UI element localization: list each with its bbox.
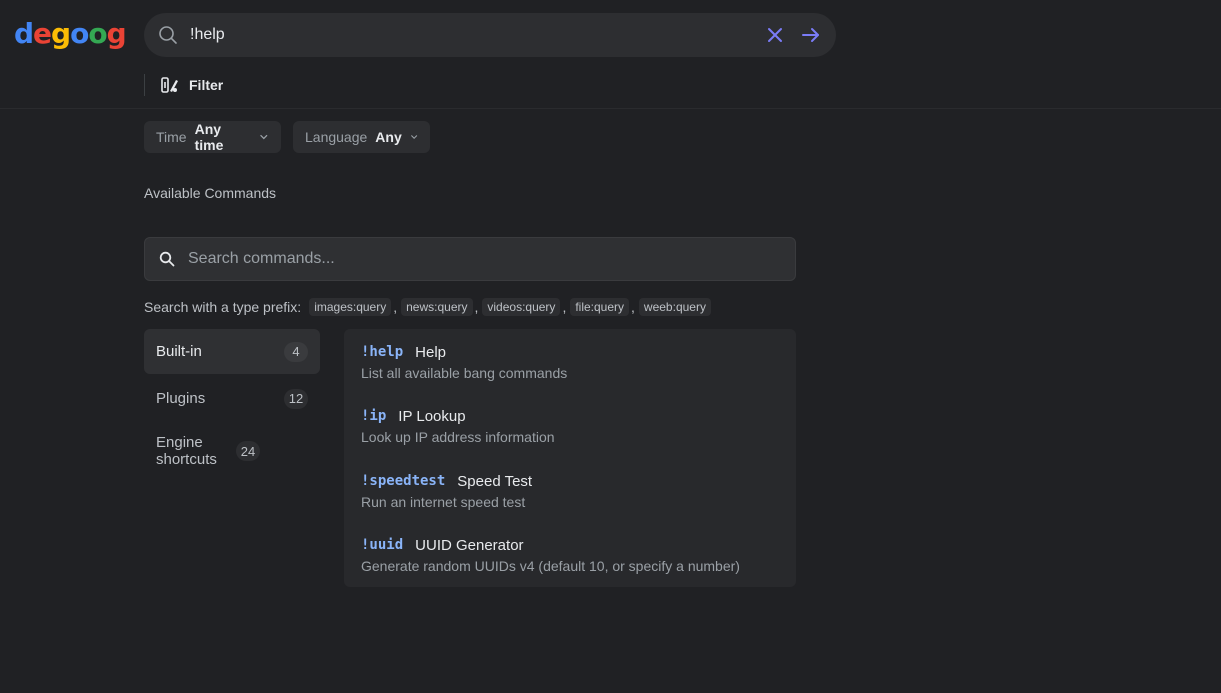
command-item-speedtest[interactable]: !speedtest Speed Test Run an internet sp… xyxy=(361,472,533,511)
category-count: 12 xyxy=(284,388,308,409)
command-description: List all available bang commands xyxy=(361,365,568,381)
command-search-box[interactable] xyxy=(144,237,796,281)
time-filter-value: Any time xyxy=(194,121,224,153)
logo-letter: o xyxy=(88,17,107,50)
filter-label: Filter xyxy=(189,77,224,93)
time-filter-label: Time xyxy=(156,129,187,145)
logo-letter: g xyxy=(106,17,127,50)
command-trigger: !speedtest xyxy=(361,473,446,489)
arrow-right-icon xyxy=(802,28,819,42)
prefix-chip[interactable]: file:query xyxy=(570,298,630,316)
degoog-logo[interactable]: degoog xyxy=(14,16,127,52)
time-filter-dropdown[interactable]: Time Any time xyxy=(144,121,281,153)
prefix-chip[interactable]: images:query xyxy=(309,298,392,316)
command-name: Speed Test xyxy=(457,472,533,490)
language-filter-dropdown[interactable]: Language Any xyxy=(293,121,430,153)
logo-letter: d xyxy=(14,17,34,50)
submit-search-button[interactable] xyxy=(797,21,825,49)
command-description: Look up IP address information xyxy=(361,429,555,445)
main-search-bar[interactable]: !help xyxy=(144,13,836,57)
search-query[interactable]: !help xyxy=(190,26,761,44)
command-item-ip[interactable]: !ip IP Lookup Look up IP address informa… xyxy=(361,407,555,446)
command-description: Generate random UUIDs v4 (default 10, or… xyxy=(361,558,740,574)
filter-icon xyxy=(161,76,179,94)
category-label: Engine shortcuts xyxy=(156,434,217,468)
category-count: 24 xyxy=(236,441,260,461)
category-label: Built-in xyxy=(156,343,202,360)
category-label: Plugins xyxy=(156,390,206,407)
command-trigger: !help xyxy=(361,344,404,360)
command-list: !help Help List all available bang comma… xyxy=(344,329,796,587)
filter-toggle[interactable]: Filter xyxy=(144,74,223,96)
chevron-down-icon xyxy=(260,134,268,140)
prefix-chip[interactable]: weeb:query xyxy=(638,298,711,316)
command-item-uuid[interactable]: !uuid UUID Generator Generate random UUI… xyxy=(361,536,740,575)
clear-search-button[interactable] xyxy=(761,21,789,49)
close-icon xyxy=(768,28,782,42)
language-filter-label: Language xyxy=(305,129,368,145)
command-trigger: !ip xyxy=(361,408,387,424)
prefix-hint: Search with a type prefix: images:query,… xyxy=(144,296,711,318)
command-item-help[interactable]: !help Help List all available bang comma… xyxy=(361,343,568,382)
chevron-down-icon xyxy=(410,135,417,139)
search-icon xyxy=(159,251,175,267)
command-trigger: !uuid xyxy=(361,537,404,553)
logo-letter: e xyxy=(33,17,52,50)
prefix-chip[interactable]: news:query xyxy=(401,298,473,316)
header-divider xyxy=(0,108,1221,109)
category-count: 4 xyxy=(284,341,308,362)
search-icon xyxy=(157,24,179,46)
section-title: Available Commands xyxy=(144,185,277,201)
category-built-in[interactable]: Built-in 4 xyxy=(144,329,320,374)
logo-letter: o xyxy=(70,17,89,50)
category-plugins[interactable]: Plugins 12 xyxy=(144,376,320,421)
category-engine-shortcuts[interactable]: Engine shortcuts 24 xyxy=(144,428,320,474)
command-description: Run an internet speed test xyxy=(361,494,526,510)
command-name: IP Lookup xyxy=(398,407,466,425)
command-name: UUID Generator xyxy=(415,536,524,554)
command-search-input[interactable] xyxy=(188,250,768,268)
prefix-chip[interactable]: videos:query xyxy=(482,298,561,316)
prefix-hint-text: Search with a type prefix: xyxy=(144,299,302,315)
language-filter-value: Any xyxy=(375,129,402,145)
command-name: Help xyxy=(415,343,447,361)
logo-letter: g xyxy=(51,17,71,50)
